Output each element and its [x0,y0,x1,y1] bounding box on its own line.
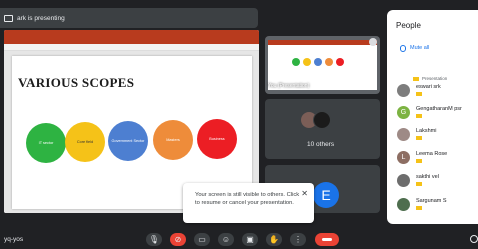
participant-row[interactable]: Lakshmi [397,128,436,141]
participant-row[interactable]: sakthi vel [397,174,439,187]
avatar: G [397,106,410,119]
tile-ribbon [268,40,377,45]
status-badge-icon [416,159,422,163]
status-badge-icon [416,206,422,210]
microphone-button[interactable]: 🎙 [146,233,162,246]
participant-row[interactable]: L Leema Rose [397,151,447,164]
scope-circle-masters: Masters [153,120,193,160]
avatar [397,174,410,187]
presenting-banner: ark is presenting [0,8,258,28]
participant-name: sakthi vel [416,174,439,180]
toast-message: Your screen is still visible to others. … [195,192,300,206]
presentation-badge-icon [413,76,419,81]
status-badge-icon [416,114,422,118]
participant-row[interactable]: eswari srk [397,84,441,97]
others-avatars [300,111,331,129]
scope-circle-core: Core field [65,122,105,162]
leave-call-button[interactable] [315,233,339,246]
status-badge-icon [416,182,422,186]
tile-dot [314,58,322,66]
tile-dot [325,58,333,66]
ppt-ribbon [4,30,259,44]
raise-hand-button[interactable]: ✋ [266,233,282,246]
present-screen-icon [4,14,13,22]
presentation-row: Presentation [413,76,447,81]
tile-dot [336,58,344,66]
self-tile-label: You (Presentation) [268,83,310,89]
participant-name: GengatharanM psr [416,106,462,112]
presenting-text: ark is presenting [17,14,65,22]
tile-dot [303,58,311,66]
mute-all-button[interactable]: Mute all [394,40,448,56]
people-panel: People Mute all Presentation eswari srk … [387,10,478,224]
participant-name: Sargunam S [416,198,447,204]
info-icon[interactable] [470,235,478,243]
slide-title: VARIOUS SCOPES [18,75,135,90]
avatar [313,111,331,129]
avatar: L [397,151,410,164]
participant-row[interactable]: Sargunam S [397,198,447,211]
panel-title: People [396,21,421,30]
mute-all-label: Mute all [410,45,430,51]
scope-circle-business: Business [197,119,237,159]
captions-button[interactable]: ▭ [194,233,210,246]
microphone-off-icon [400,44,406,52]
scope-circle-government: Government Sector [108,121,148,161]
emoji-button[interactable]: ☺ [218,233,234,246]
participant-name: Leema Rose [416,151,448,157]
close-icon[interactable]: ✕ [301,189,308,200]
tile-dot [292,58,300,66]
ppt-toolbar [4,44,259,51]
scope-circle-it: IT sector [26,123,66,163]
others-count: 10 others [307,141,335,148]
status-badge-icon [416,136,422,140]
pin-icon[interactable] [369,38,377,46]
avatar [397,198,410,211]
bottom-control-bar: yq-yos 🎙 ⊘ ▭ ☺ ▣ ✋ ⋮ [0,229,478,249]
more-options-button[interactable]: ⋮ [290,233,306,246]
avatar-e: E [313,182,339,208]
camera-off-button[interactable]: ⊘ [170,233,186,246]
meeting-code: yq-yos [4,236,24,243]
participant-row[interactable]: G GengatharanM psr [397,106,462,119]
participant-name: Lakshmi [416,128,437,134]
others-tile[interactable]: 10 others [265,99,380,159]
presentation-toast[interactable]: Your screen is still visible to others. … [183,183,314,223]
status-badge-icon [416,92,422,96]
avatar [397,128,410,141]
participant-name: eswari srk [416,84,441,90]
avatar [397,84,410,97]
present-now-button[interactable]: ▣ [242,233,258,246]
presentation-label: Presentation [422,76,448,81]
